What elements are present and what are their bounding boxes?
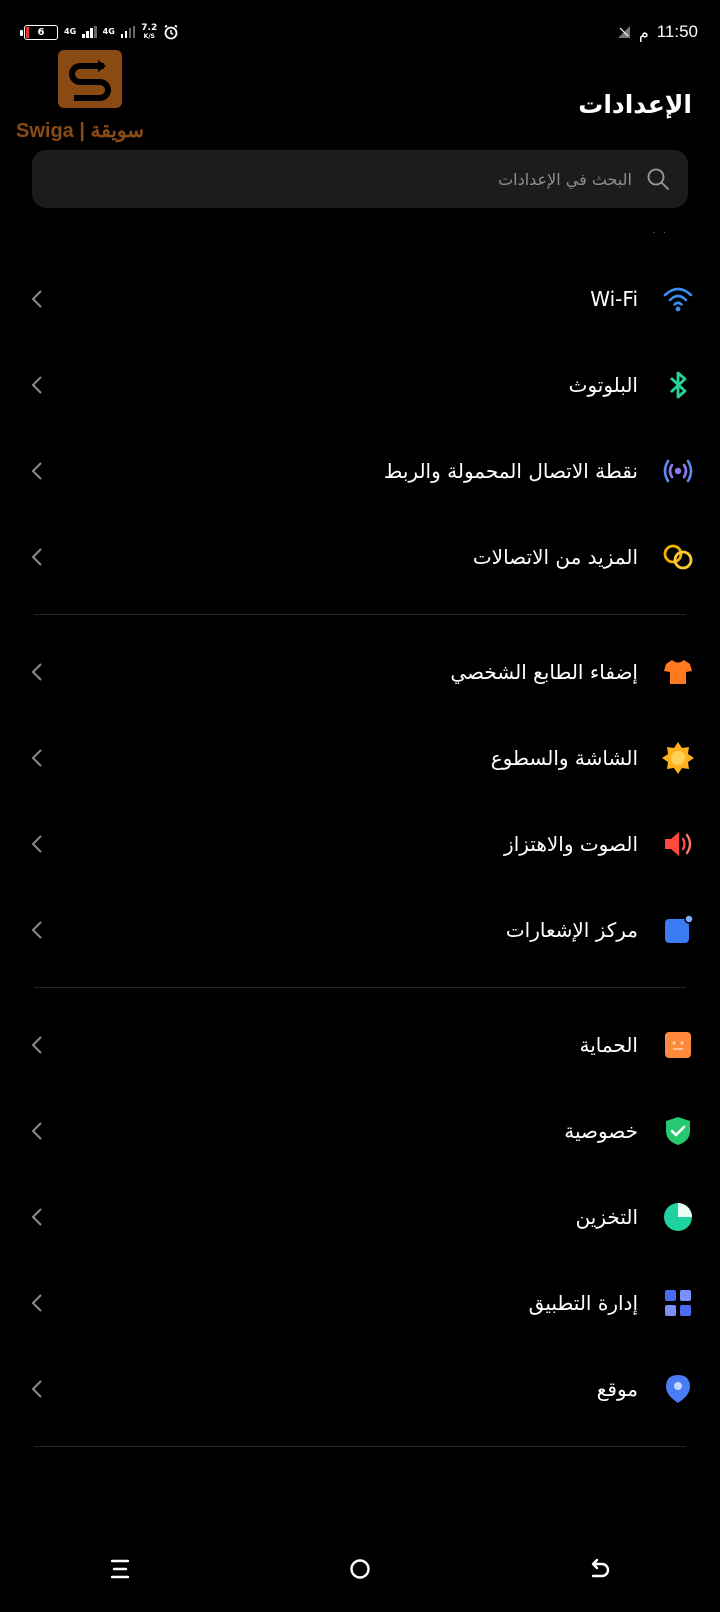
home-circle-icon <box>350 1559 370 1579</box>
settings-item-label: الشاشة والسطوع <box>490 746 638 770</box>
recents-button[interactable] <box>90 1539 150 1599</box>
search-bar[interactable] <box>32 150 688 208</box>
link-icon <box>660 539 696 575</box>
battery-icon: 6 <box>20 24 58 40</box>
settings-item-storage[interactable]: التخزين <box>0 1174 720 1260</box>
settings-item-hotspot[interactable]: نقطة الاتصال المحمولة والربط <box>0 428 720 514</box>
section-divider <box>34 987 686 988</box>
settings-item-label: خصوصية <box>564 1119 638 1143</box>
no-sim-signal-icon <box>617 26 630 38</box>
settings-item-personalization[interactable]: إضفاء الطابع الشخصي <box>0 629 720 715</box>
chevron-left-icon <box>31 290 42 308</box>
chevron-left-icon <box>31 749 42 767</box>
back-button[interactable] <box>570 1539 630 1599</box>
settings-item-label: Wi-Fi <box>590 287 638 311</box>
battery-level: 6 <box>37 26 45 38</box>
signal-icon <box>82 26 97 38</box>
settings-item-wifi[interactable]: Wi-Fi <box>0 256 720 342</box>
settings-item-label: المزيد من الاتصالات <box>472 545 638 569</box>
partial-row-top: · · <box>652 228 668 239</box>
settings-item-app-management[interactable]: إدارة التطبيق <box>0 1260 720 1346</box>
wifi-icon <box>660 281 696 317</box>
settings-screen: 6 4G 4G 7.2 K/S م 11:50 Swiga | سويقة ال… <box>0 0 720 1612</box>
settings-item-label: البلوتوث <box>568 373 638 397</box>
settings-item-notifications[interactable]: مركز الإشعارات <box>0 887 720 973</box>
shirt-icon <box>660 654 696 690</box>
clock: 11:50 <box>656 22 698 41</box>
storage-icon <box>660 1199 696 1235</box>
apps-icon <box>660 1285 696 1321</box>
hotspot-icon <box>660 453 696 489</box>
chevron-left-icon <box>31 663 42 681</box>
settings-item-label: الصوت والاهتزاز <box>504 832 638 856</box>
shield-icon <box>660 1113 696 1149</box>
chevron-left-icon <box>31 835 42 853</box>
settings-item-more-connections[interactable]: المزيد من الاتصالات <box>0 514 720 600</box>
network-type-2: 4G <box>102 27 115 36</box>
chevron-left-icon <box>31 1208 42 1226</box>
alarm-icon <box>164 24 178 40</box>
settings-item-label: نقطة الاتصال المحمولة والربط <box>383 459 638 483</box>
chevron-left-icon <box>31 462 42 480</box>
location-icon <box>660 1371 696 1407</box>
logo-mark-icon <box>58 50 122 108</box>
watermark-text: Swiga | سويقة <box>16 120 145 142</box>
settings-item-bluetooth[interactable]: البلوتوث <box>0 342 720 428</box>
settings-item-label: موقع <box>596 1377 638 1401</box>
brightness-icon <box>660 740 696 776</box>
search-input[interactable] <box>132 169 632 189</box>
settings-item-label: إدارة التطبيق <box>528 1291 638 1315</box>
chevron-left-icon <box>31 1122 42 1140</box>
menu-icon <box>110 1559 130 1579</box>
navigation-bar <box>0 1526 720 1612</box>
notification-icon <box>660 912 696 948</box>
settings-item-label: الحماية <box>579 1033 638 1057</box>
back-icon <box>591 1558 610 1578</box>
chevron-left-icon <box>31 548 42 566</box>
chevron-left-icon <box>31 376 42 394</box>
search-icon <box>647 168 669 190</box>
section-divider <box>34 614 686 615</box>
settings-item-location[interactable]: موقع <box>0 1346 720 1432</box>
settings-item-security[interactable]: الحماية <box>0 1002 720 1088</box>
status-right: م 11:50 <box>617 22 698 42</box>
home-button[interactable] <box>330 1539 390 1599</box>
ampm: م <box>638 22 649 42</box>
settings-item-privacy[interactable]: خصوصية <box>0 1088 720 1174</box>
settings-list: · · Wi-Fi البلوتوث نقطة الاتصال المحمولة… <box>0 228 720 1461</box>
settings-item-sound[interactable]: الصوت والاهتزاز <box>0 801 720 887</box>
chevron-left-icon <box>31 921 42 939</box>
settings-item-label: إضفاء الطابع الشخصي <box>450 660 638 684</box>
chevron-left-icon <box>31 1294 42 1312</box>
network-speed: 7.2 K/S <box>141 22 158 40</box>
section-divider <box>34 1446 686 1447</box>
watermark-logo: Swiga | سويقة <box>16 44 166 144</box>
page-title: الإعدادات <box>578 90 692 119</box>
network-type-1: 4G <box>64 27 77 36</box>
security-icon <box>660 1027 696 1063</box>
chevron-left-icon <box>31 1036 42 1054</box>
settings-item-label: مركز الإشعارات <box>505 918 638 942</box>
bluetooth-icon <box>660 367 696 403</box>
speaker-icon <box>660 826 696 862</box>
settings-item-display[interactable]: الشاشة والسطوع <box>0 715 720 801</box>
status-left: 6 4G 4G 7.2 K/S <box>20 22 179 41</box>
chevron-left-icon <box>31 1380 42 1398</box>
settings-item-label: التخزين <box>575 1205 638 1229</box>
signal-icon <box>120 26 136 38</box>
